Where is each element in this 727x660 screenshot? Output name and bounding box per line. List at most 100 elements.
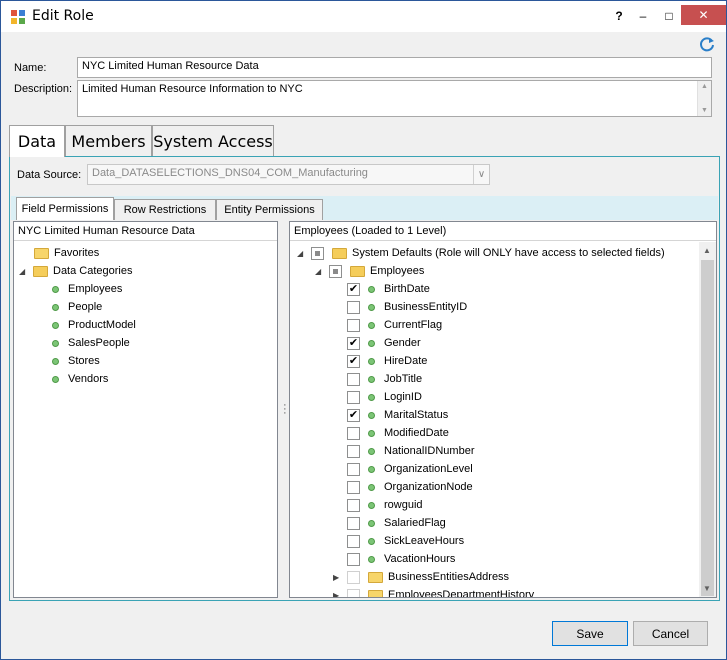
tree-item-field[interactable]: CurrentFlag (347, 316, 442, 334)
tree-item-field[interactable]: BusinessEntityID (347, 298, 467, 316)
tree-item-field[interactable]: ✔ BirthDate (347, 280, 430, 298)
tree-item-field[interactable]: VacationHours (347, 550, 455, 568)
description-text: Limited Human Resource Information to NY… (82, 83, 303, 95)
tree-item-field[interactable]: JobTitle (347, 370, 422, 388)
save-button[interactable]: Save (552, 621, 628, 646)
data-tab-panel: Data Source: Data_DATASELECTIONS_DNS04_C… (9, 156, 720, 601)
tree-item-field[interactable]: OrganizationLevel (347, 460, 473, 478)
tree-item-category[interactable]: SalesPeople (52, 334, 130, 352)
field-checkbox[interactable] (347, 318, 360, 332)
collapse-icon[interactable]: ◢ (315, 267, 325, 276)
field-checkbox[interactable]: ✔ (347, 336, 360, 350)
system-defaults-checkbox[interactable] (311, 246, 324, 260)
splitter-handle[interactable]: · · · (283, 400, 287, 419)
description-input[interactable]: Limited Human Resource Information to NY… (77, 80, 712, 117)
tree-item-label: System Defaults (Role will ONLY have acc… (352, 247, 665, 259)
tree-item-category[interactable]: ProductModel (52, 316, 136, 334)
tree-item-field[interactable]: SickLeaveHours (347, 532, 464, 550)
data-source-value: Data_DATASELECTIONS_DNS04_COM_Manufactur… (92, 167, 368, 179)
expand-icon[interactable]: ▶ (333, 591, 343, 598)
tree-item-label: ProductModel (68, 319, 136, 331)
tree-item-favorites[interactable]: Favorites (34, 244, 99, 262)
field-dot-icon (368, 339, 375, 347)
field-checkbox[interactable] (347, 534, 360, 548)
scrollbar-thumb[interactable] (701, 260, 714, 596)
refresh-icon[interactable] (698, 35, 716, 53)
cancel-button[interactable]: Cancel (633, 621, 708, 646)
field-checkbox[interactable] (347, 516, 360, 530)
tree-item-field[interactable]: ✔ Gender (347, 334, 421, 352)
name-input[interactable]: NYC Limited Human Resource Data (77, 57, 712, 78)
tree-item-category[interactable]: People (52, 298, 102, 316)
field-dot-icon (368, 393, 375, 401)
field-checkbox[interactable] (347, 498, 360, 512)
tree-item-subfolder[interactable]: ▶ BusinessEntitiesAddress (333, 568, 509, 586)
field-checkbox[interactable]: ✔ (347, 282, 360, 296)
entity-dot-icon (52, 339, 59, 347)
tree-item-field[interactable]: rowguid (347, 496, 423, 514)
tab-entity-permissions[interactable]: Entity Permissions (216, 199, 323, 220)
tab-members[interactable]: Members (65, 125, 152, 156)
scroll-up-icon[interactable]: ▲ (703, 246, 711, 255)
tree-item-data-categories[interactable]: ◢ Data Categories (19, 262, 133, 280)
tree-item-category[interactable]: Employees (52, 280, 122, 298)
employees-checkbox[interactable] (329, 264, 342, 278)
chevron-down-icon[interactable]: ∨ (473, 165, 489, 184)
tree-item-system-defaults[interactable]: ◢ System Defaults (Role will ONLY have a… (297, 244, 665, 262)
field-checkbox[interactable] (347, 462, 360, 476)
tree-item-field[interactable]: ✔ HireDate (347, 352, 427, 370)
field-checkbox[interactable] (347, 426, 360, 440)
tree-item-label: SickLeaveHours (384, 535, 465, 547)
subfolder-checkbox[interactable] (347, 570, 360, 584)
tree-item-label: VacationHours (384, 553, 456, 565)
tree-item-subfolder[interactable]: ▶ EmployeesDepartmentHistory (333, 586, 534, 598)
tree-item-label: ModifiedDate (384, 427, 449, 439)
field-checkbox[interactable] (347, 300, 360, 314)
field-checkbox[interactable] (347, 372, 360, 386)
field-checkbox[interactable] (347, 390, 360, 404)
field-checkbox[interactable] (347, 552, 360, 566)
tree-item-category[interactable]: Vendors (52, 370, 108, 388)
field-dot-icon (368, 429, 375, 437)
collapse-icon[interactable]: ◢ (297, 249, 307, 258)
tab-row-restrictions[interactable]: Row Restrictions (114, 199, 216, 220)
folder-open-icon (350, 265, 365, 277)
tree-item-field[interactable]: ✔ MaritalStatus (347, 406, 448, 424)
title-bar[interactable]: Edit Role ? – □ ✕ (1, 1, 726, 32)
data-source-select[interactable]: Data_DATASELECTIONS_DNS04_COM_Manufactur… (87, 164, 490, 185)
tree-item-label: CurrentFlag (384, 319, 443, 331)
expand-icon[interactable]: ▶ (333, 573, 343, 582)
tree-item-field[interactable]: LoginID (347, 388, 422, 406)
tab-system-access[interactable]: System Access (152, 125, 274, 156)
tree-item-field[interactable]: SalariedFlag (347, 514, 446, 532)
minimize-button[interactable]: – (629, 1, 657, 31)
tree-item-field[interactable]: OrganizationNode (347, 478, 473, 496)
tree-item-field[interactable]: NationalIDNumber (347, 442, 474, 460)
collapse-icon[interactable]: ◢ (19, 267, 29, 276)
field-checkbox[interactable]: ✔ (347, 354, 360, 368)
data-source-label: Data Source: (17, 169, 82, 181)
tree-item-employees[interactable]: ◢ Employees (315, 262, 424, 280)
field-checkbox[interactable]: ✔ (347, 408, 360, 422)
tab-field-permissions[interactable]: Field Permissions (16, 197, 114, 220)
entity-dot-icon (52, 303, 59, 311)
close-button[interactable]: ✕ (681, 5, 726, 25)
tree-item-label: SalariedFlag (384, 517, 446, 529)
fields-scrollbar[interactable]: ▲ ▼ (699, 242, 716, 597)
description-scrollbar[interactable]: ▲ ▼ (697, 81, 711, 116)
tree-item-category[interactable]: Stores (52, 352, 100, 370)
field-dot-icon (368, 375, 375, 383)
field-checkbox[interactable] (347, 444, 360, 458)
scroll-down-icon[interactable]: ▼ (703, 584, 711, 593)
tree-item-label: BusinessEntityID (384, 301, 468, 313)
tree-item-label: HireDate (384, 355, 428, 367)
maximize-button[interactable]: □ (655, 1, 683, 31)
sub-tab-strip: Field Permissions Row Restrictions Entit… (11, 196, 718, 220)
scroll-up-icon[interactable]: ▲ (701, 83, 708, 90)
scroll-down-icon[interactable]: ▼ (701, 107, 708, 114)
tree-item-field[interactable]: ModifiedDate (347, 424, 449, 442)
tab-data[interactable]: Data (9, 125, 65, 157)
field-checkbox[interactable] (347, 480, 360, 494)
tree-item-label: NationalIDNumber (384, 445, 475, 457)
subfolder-checkbox[interactable] (347, 588, 360, 597)
